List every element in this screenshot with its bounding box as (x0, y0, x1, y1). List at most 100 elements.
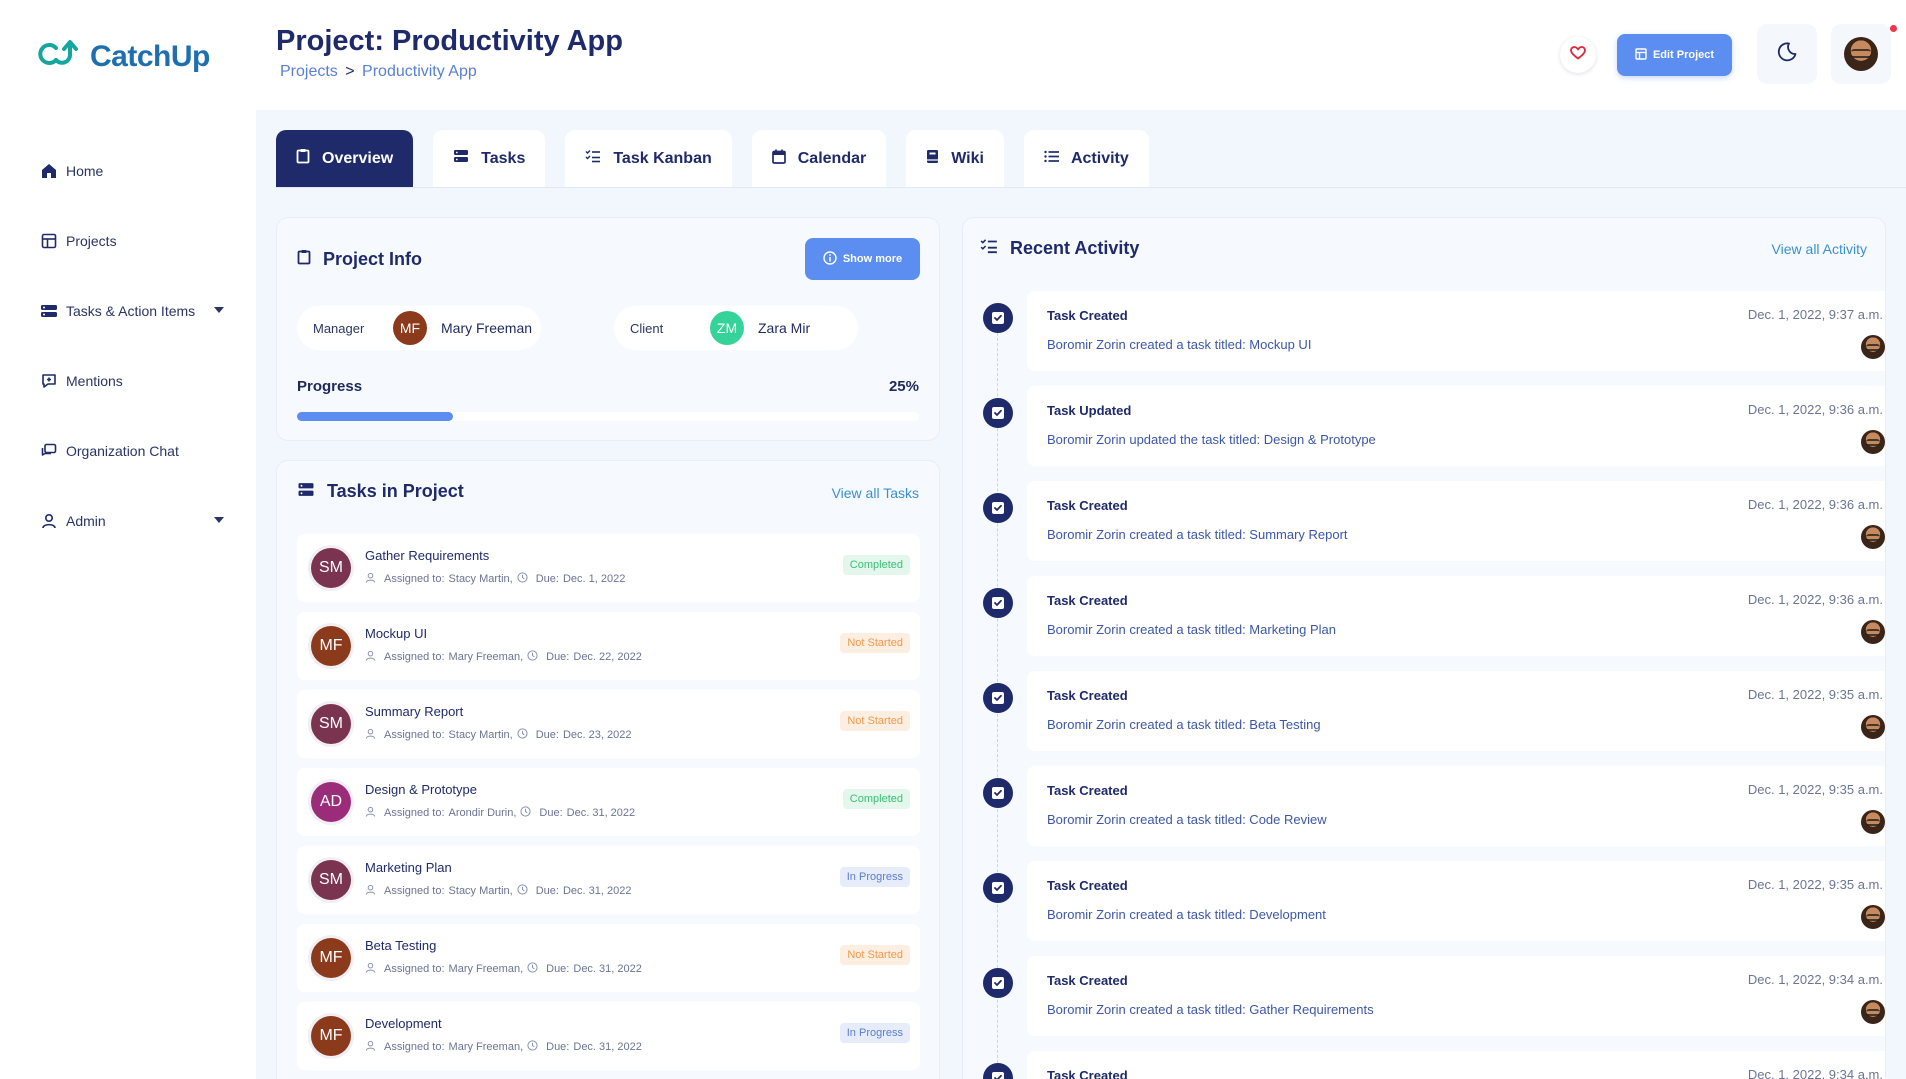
task-name[interactable]: Beta Testing (365, 938, 436, 953)
task-name[interactable]: Mockup UI (365, 626, 427, 641)
sidebar-item-home[interactable]: Home (40, 136, 226, 206)
progress-label: Progress (297, 378, 363, 395)
avatar (1844, 37, 1878, 71)
sidebar-item-projects[interactable]: Projects (40, 206, 226, 276)
tab-wiki[interactable]: Wiki (906, 130, 1004, 187)
client-name[interactable]: Zara Mir (758, 320, 810, 336)
clipboard-icon (296, 148, 310, 169)
breadcrumb-current[interactable]: Productivity App (362, 63, 477, 80)
activity-timestamp: Dec. 1, 2022, 9:34 a.m. (1747, 1067, 1883, 1079)
activity-item[interactable]: Task Created Boromir Zorin created a task… (983, 671, 1885, 751)
sidebar-item-mentions[interactable]: Mentions (40, 346, 226, 416)
sidebar-nav: Home Projects Tasks & Action Items Menti… (40, 136, 226, 556)
view-all-tasks-link[interactable]: View all Tasks (832, 485, 919, 501)
user-icon (365, 572, 376, 586)
task-due-date: Dec. 31, 2022 (573, 1041, 642, 1053)
activity-heading: Recent Activity (980, 238, 1139, 259)
view-all-activity-link[interactable]: View all Activity (1772, 241, 1867, 257)
task-meta: Assigned to: Stacy Martin, Due: Dec. 31, 20… (365, 884, 631, 898)
status-badge: Completed (842, 789, 910, 809)
activity-description: Boromir Zorin created a task titled: Dev… (1047, 907, 1326, 922)
due-prefix: Due: (546, 651, 570, 663)
progress-bar (297, 412, 919, 421)
activity-item[interactable]: Task Created Boromir Zorin created a task… (983, 766, 1885, 846)
check-icon (983, 778, 1013, 808)
task-row[interactable]: MF Development Assigned to: Mary Freeman, Du… (297, 1002, 920, 1070)
sidebar-item-label: Tasks & Action Items (66, 303, 196, 319)
calendar-icon (771, 149, 786, 169)
task-row[interactable]: SM Summary Report Assigned to: Stacy Martin… (297, 690, 920, 758)
tasks-heading: Tasks in Project (297, 481, 464, 502)
avatar: SM (311, 704, 351, 744)
edit-project-button[interactable]: Edit Project (1617, 34, 1732, 76)
logo-text: CatchUp (90, 39, 210, 73)
task-row[interactable]: SM Marketing Plan Assigned to: Stacy Martin… (297, 846, 920, 914)
mentions-icon (40, 372, 58, 390)
tab-calendar[interactable]: Calendar (751, 130, 887, 187)
activity-item[interactable]: Task Created Boromir Zorin created a task… (983, 576, 1885, 656)
task-name[interactable]: Gather Requirements (365, 548, 489, 563)
tab-overview[interactable]: Overview (276, 130, 414, 187)
task-row[interactable]: AD Design & Prototype Assigned to: Arondir … (297, 768, 920, 836)
due-prefix: Due: (535, 573, 559, 585)
logo-icon (36, 36, 84, 77)
activity-item[interactable]: Task Updated Boromir Zorin updated the ta… (983, 386, 1885, 466)
user-menu-button[interactable] (1831, 24, 1891, 84)
favorite-button[interactable] (1560, 37, 1596, 73)
tab-tasks[interactable]: Tasks (433, 130, 546, 187)
activity-item[interactable]: Task Created Boromir Zorin created a task… (983, 861, 1885, 941)
activity-item[interactable]: Task Created Boromir Zorin created a task… (983, 291, 1885, 371)
task-name[interactable]: Design & Prototype (365, 782, 477, 797)
task-row[interactable]: SM Gather Requirements Assigned to: Stacy M… (297, 534, 920, 602)
sidebar-item-admin[interactable]: Admin (40, 486, 226, 556)
assigned-prefix: Assigned to: (384, 807, 445, 819)
assigned-prefix: Assigned to: (384, 963, 445, 975)
breadcrumb-projects-link[interactable]: Projects (280, 63, 338, 80)
tab-task-kanban[interactable]: Task Kanban (565, 130, 732, 187)
sidebar-item-tasks[interactable]: Tasks & Action Items (40, 276, 226, 346)
activity-card: Task Created Boromir Zorin created a task… (1027, 576, 1885, 656)
due-prefix: Due: (546, 963, 570, 975)
show-more-button[interactable]: Show more (805, 238, 920, 280)
heart-icon (1570, 45, 1586, 65)
status-badge: Not Started (840, 633, 910, 653)
client-pill: Client ZM Zara Mir (614, 306, 858, 350)
activity-card: Task Created Dec. 1, 2022, 9:34 a.m. (1027, 1051, 1885, 1079)
checklist-icon (980, 238, 998, 259)
due-prefix: Due: (546, 1041, 570, 1053)
clipboard-icon (297, 249, 311, 270)
logo[interactable]: CatchUp (36, 36, 210, 77)
activity-title: Task Created (1047, 593, 1128, 608)
activity-timestamp: Dec. 1, 2022, 9:35 a.m. (1747, 687, 1883, 702)
sidebar-item-label: Home (66, 163, 104, 179)
check-icon (983, 968, 1013, 998)
check-icon (983, 588, 1013, 618)
activity-card: Task Updated Boromir Zorin updated the ta… (1027, 386, 1885, 466)
user-icon (365, 962, 376, 976)
manager-name[interactable]: Mary Freeman (441, 320, 532, 336)
avatar (1861, 1000, 1885, 1024)
activity-item[interactable]: Task Created Boromir Zorin created a task… (983, 956, 1885, 1036)
task-due-date: Dec. 22, 2022 (573, 651, 642, 663)
activity-description: Boromir Zorin created a task titled: Moc… (1047, 337, 1312, 352)
task-row[interactable]: MF Beta Testing Assigned to: Mary Freeman, D… (297, 924, 920, 992)
task-name[interactable]: Summary Report (365, 704, 463, 719)
dark-mode-toggle[interactable] (1757, 24, 1817, 84)
avatar: AD (311, 782, 351, 822)
avatar: MF (311, 626, 351, 666)
tab-activity[interactable]: Activity (1023, 130, 1149, 187)
check-icon (983, 493, 1013, 523)
task-row[interactable]: MF Mockup UI Assigned to: Mary Freeman, Due:… (297, 612, 920, 680)
task-name[interactable]: Development (365, 1016, 442, 1031)
task-meta: Assigned to: Mary Freeman, Due: Dec. 31, 20… (365, 1040, 642, 1054)
task-name[interactable]: Marketing Plan (365, 860, 452, 875)
chevron-down-icon[interactable] (214, 307, 224, 313)
edit-project-label: Edit Project (1652, 49, 1715, 61)
project-info-heading: Project Info (297, 249, 422, 270)
activity-item[interactable]: Task Created Dec. 1, 2022, 9:34 a.m. (983, 1051, 1885, 1079)
chevron-down-icon[interactable] (214, 517, 224, 523)
sidebar-item-organization-chat[interactable]: Organization Chat (40, 416, 226, 486)
clock-icon (517, 728, 528, 742)
avatar: MF (311, 938, 351, 978)
activity-item[interactable]: Task Created Boromir Zorin created a task… (983, 481, 1885, 561)
